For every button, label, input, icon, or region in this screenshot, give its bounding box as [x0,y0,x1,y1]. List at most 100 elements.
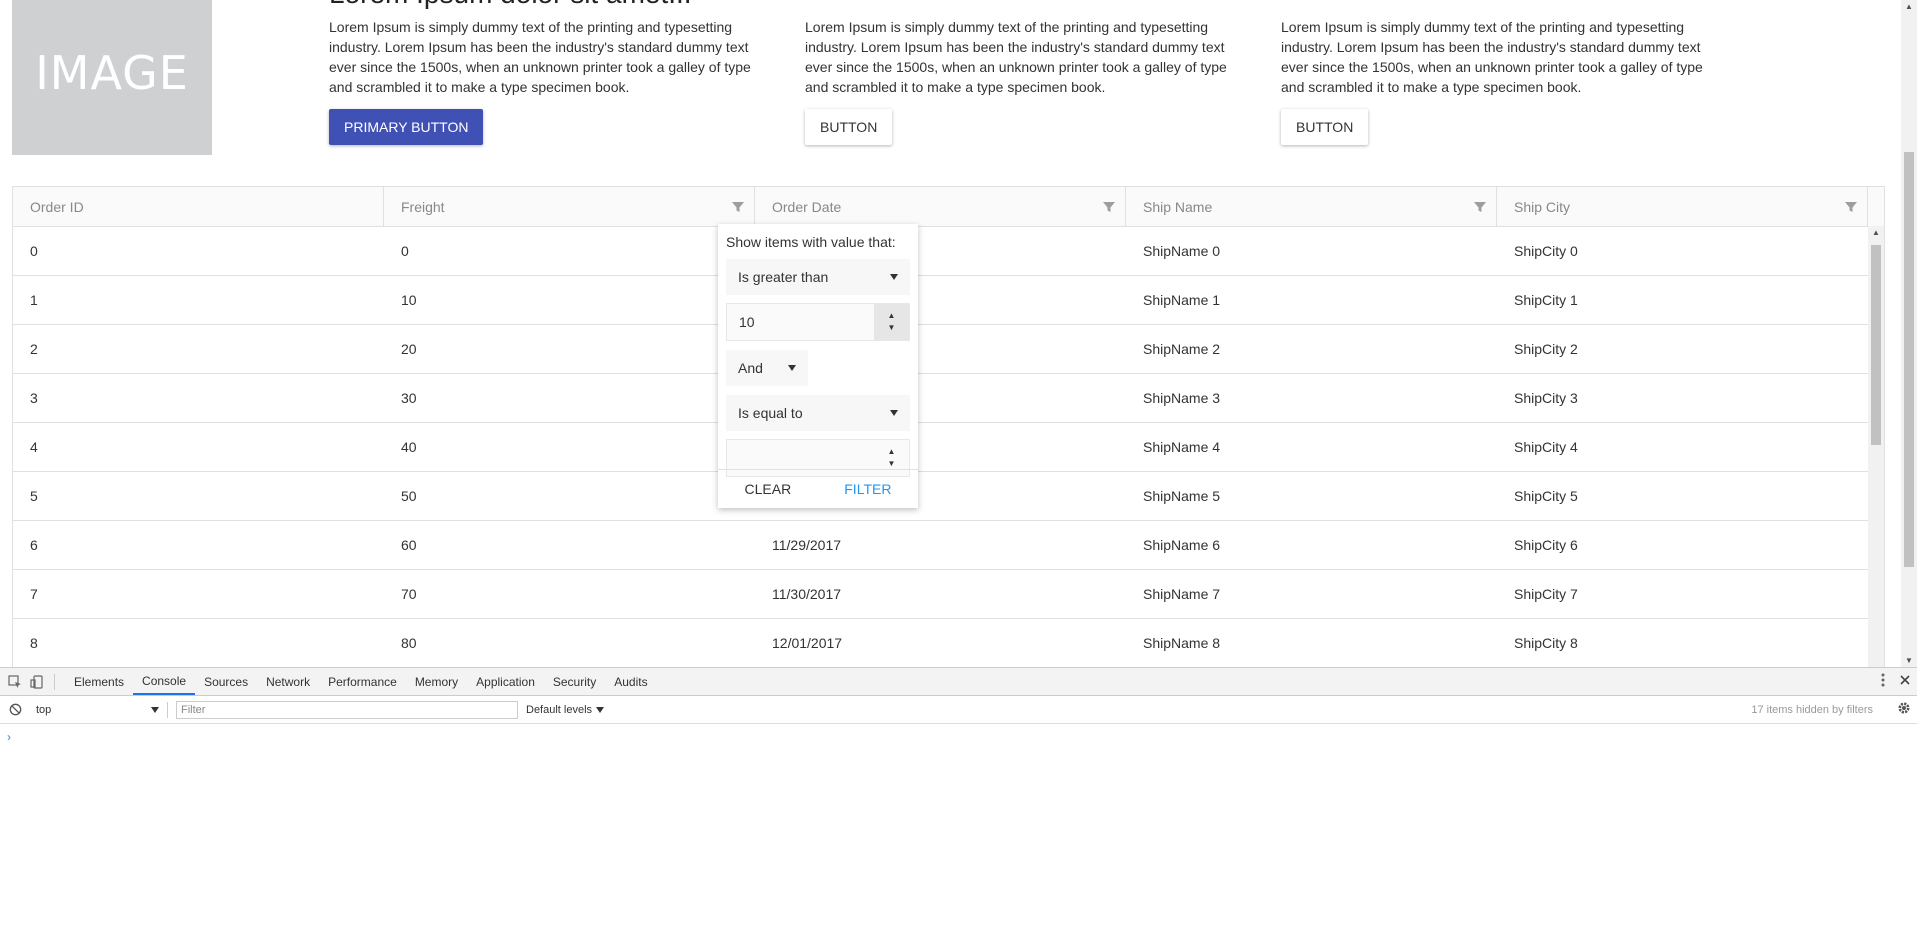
table-row[interactable]: 5 50 ShipName 5 ShipCity 5 [13,472,1884,521]
divider [167,701,168,718]
filter-placeholder: Filter [181,703,206,716]
console-prompt[interactable]: › [7,730,1917,744]
cell-freight: 30 [401,390,417,406]
cell-freight: 20 [401,341,417,357]
console-filter-input[interactable]: Filter [176,700,518,719]
filter-button[interactable]: FILTER [844,481,891,497]
devtools-window-controls [1881,668,1911,695]
image-placeholder: IMAGE [12,0,212,155]
secondary-button[interactable]: BUTTON [1281,109,1369,145]
hidden-items-count: 17 items hidden by filters [1751,703,1873,716]
app-viewport: IMAGE Lorem Ipsum dolor sit amet... Lore… [0,0,1917,667]
devtools-panel: Elements Console Sources Network Perform… [0,667,1917,945]
cell-ship-name: ShipName 3 [1143,390,1221,406]
cell-ship-name: ShipName 1 [1143,292,1221,308]
more-options-icon[interactable] [1881,673,1885,690]
operator-value: Is equal to [738,405,803,421]
table-row[interactable]: 3 30 ShipName 3 ShipCity 3 [13,374,1884,423]
column-header-freight[interactable]: Freight [384,187,755,226]
operator-select-1[interactable]: Is greater than [726,259,910,295]
card-text: Lorem Ipsum is simply dummy text of the … [329,19,751,95]
column-header-ship-name[interactable]: Ship Name [1126,187,1497,226]
log-levels-select[interactable]: Default levels [526,704,605,716]
column-header-order-date[interactable]: Order Date [755,187,1126,226]
filter-icon[interactable] [1102,200,1116,214]
page-scrollbar[interactable]: ▲ ▼ [1901,0,1917,667]
cell-order-id: 2 [30,341,38,357]
cell-freight: 80 [401,635,417,651]
filter-menu-actions: CLEAR FILTER [718,469,918,508]
header-spacer [1868,187,1884,226]
device-toolbar-icon[interactable] [30,674,44,689]
logic-select[interactable]: And [726,350,808,386]
devtools-tabbar: Elements Console Sources Network Perform… [0,668,1917,696]
cell-ship-name: ShipName 8 [1143,635,1221,651]
tab-performance[interactable]: Performance [319,668,406,695]
table-row[interactable]: 7 70 11/30/2017 ShipName 7 ShipCity 7 [13,570,1884,619]
table-row[interactable]: 2 20 ShipName 2 ShipCity 2 [13,325,1884,374]
tab-security[interactable]: Security [544,668,605,695]
filter-icon[interactable] [1844,200,1858,214]
scroll-up-icon[interactable]: ▲ [1868,228,1884,237]
grid-scrollbar[interactable]: ▲ ▼ [1868,226,1884,667]
caret-down-icon [890,274,898,280]
scroll-up-icon[interactable]: ▲ [1901,2,1917,11]
cell-ship-name: ShipName 6 [1143,537,1221,553]
logic-value: And [738,360,763,376]
cell-ship-name: ShipName 2 [1143,341,1221,357]
table-row[interactable]: 0 0 ShipName 0 ShipCity 0 [13,227,1884,276]
inspect-element-icon[interactable] [8,674,22,689]
caret-down-icon [890,410,898,416]
table-row[interactable]: 6 60 11/29/2017 ShipName 6 ShipCity 6 [13,521,1884,570]
tab-console[interactable]: Console [133,668,196,695]
number-spinner[interactable]: ▲ ▼ [874,304,909,340]
table-row[interactable]: 8 80 12/01/2017 ShipName 8 ShipCity 8 [13,619,1884,667]
column-title: Freight [401,198,445,215]
caret-down-icon [151,706,159,713]
cell-freight: 60 [401,537,417,553]
filter-value-input-1[interactable]: 10 ▲ ▼ [726,303,910,341]
scrollbar-thumb[interactable] [1904,152,1914,567]
tab-sources[interactable]: Sources [195,668,257,695]
column-title: Ship City [1514,198,1571,215]
tab-audits[interactable]: Audits [605,668,656,695]
hero-title: Lorem Ipsum dolor sit amet... [329,0,692,10]
filter-icon[interactable] [1473,200,1487,214]
cell-freight: 50 [401,488,417,504]
column-header-ship-city[interactable]: Ship City [1497,187,1868,226]
tab-memory[interactable]: Memory [406,668,467,695]
clear-console-icon[interactable] [8,703,22,717]
cell-order-date: 11/30/2017 [772,586,842,602]
close-icon[interactable] [1899,674,1911,689]
tab-network[interactable]: Network [257,668,319,695]
tab-application[interactable]: Application [467,668,544,695]
card-text: Lorem Ipsum is simply dummy text of the … [1281,19,1703,95]
divider [54,673,55,690]
clear-button[interactable]: CLEAR [745,481,792,497]
context-select[interactable]: top [30,701,165,719]
content-card-3: Lorem Ipsum is simply dummy text of the … [1281,17,1711,145]
scroll-down-icon[interactable]: ▼ [1901,656,1917,665]
filter-icon[interactable] [731,200,745,214]
column-title: Ship Name [1143,198,1213,215]
tab-elements[interactable]: Elements [65,668,133,695]
primary-button[interactable]: PRIMARY BUTTON [329,109,484,145]
cell-ship-city: ShipCity 3 [1514,390,1578,406]
cell-order-id: 0 [30,243,38,259]
cell-order-id: 7 [30,586,38,602]
table-row[interactable]: 4 40 ShipName 4 ShipCity 4 [13,423,1884,472]
filter-value: 10 [739,314,755,330]
scrollbar-thumb[interactable] [1871,245,1881,445]
cell-ship-city: ShipCity 4 [1514,439,1578,455]
secondary-button[interactable]: BUTTON [805,109,893,145]
spin-down-icon: ▼ [887,323,896,332]
cell-order-date: 11/29/2017 [772,537,842,553]
cell-order-id: 5 [30,488,38,504]
column-header-order-id[interactable]: Order ID [13,187,384,226]
operator-select-2[interactable]: Is equal to [726,395,910,431]
table-row[interactable]: 1 10 ShipName 1 ShipCity 1 [13,276,1884,325]
grid-body: 0 0 ShipName 0 ShipCity 0 1 10 ShipName 1 ShipC… [13,227,1884,667]
operator-value: Is greater than [738,269,829,285]
gear-icon[interactable] [1897,701,1911,718]
cell-freight: 0 [401,243,409,259]
